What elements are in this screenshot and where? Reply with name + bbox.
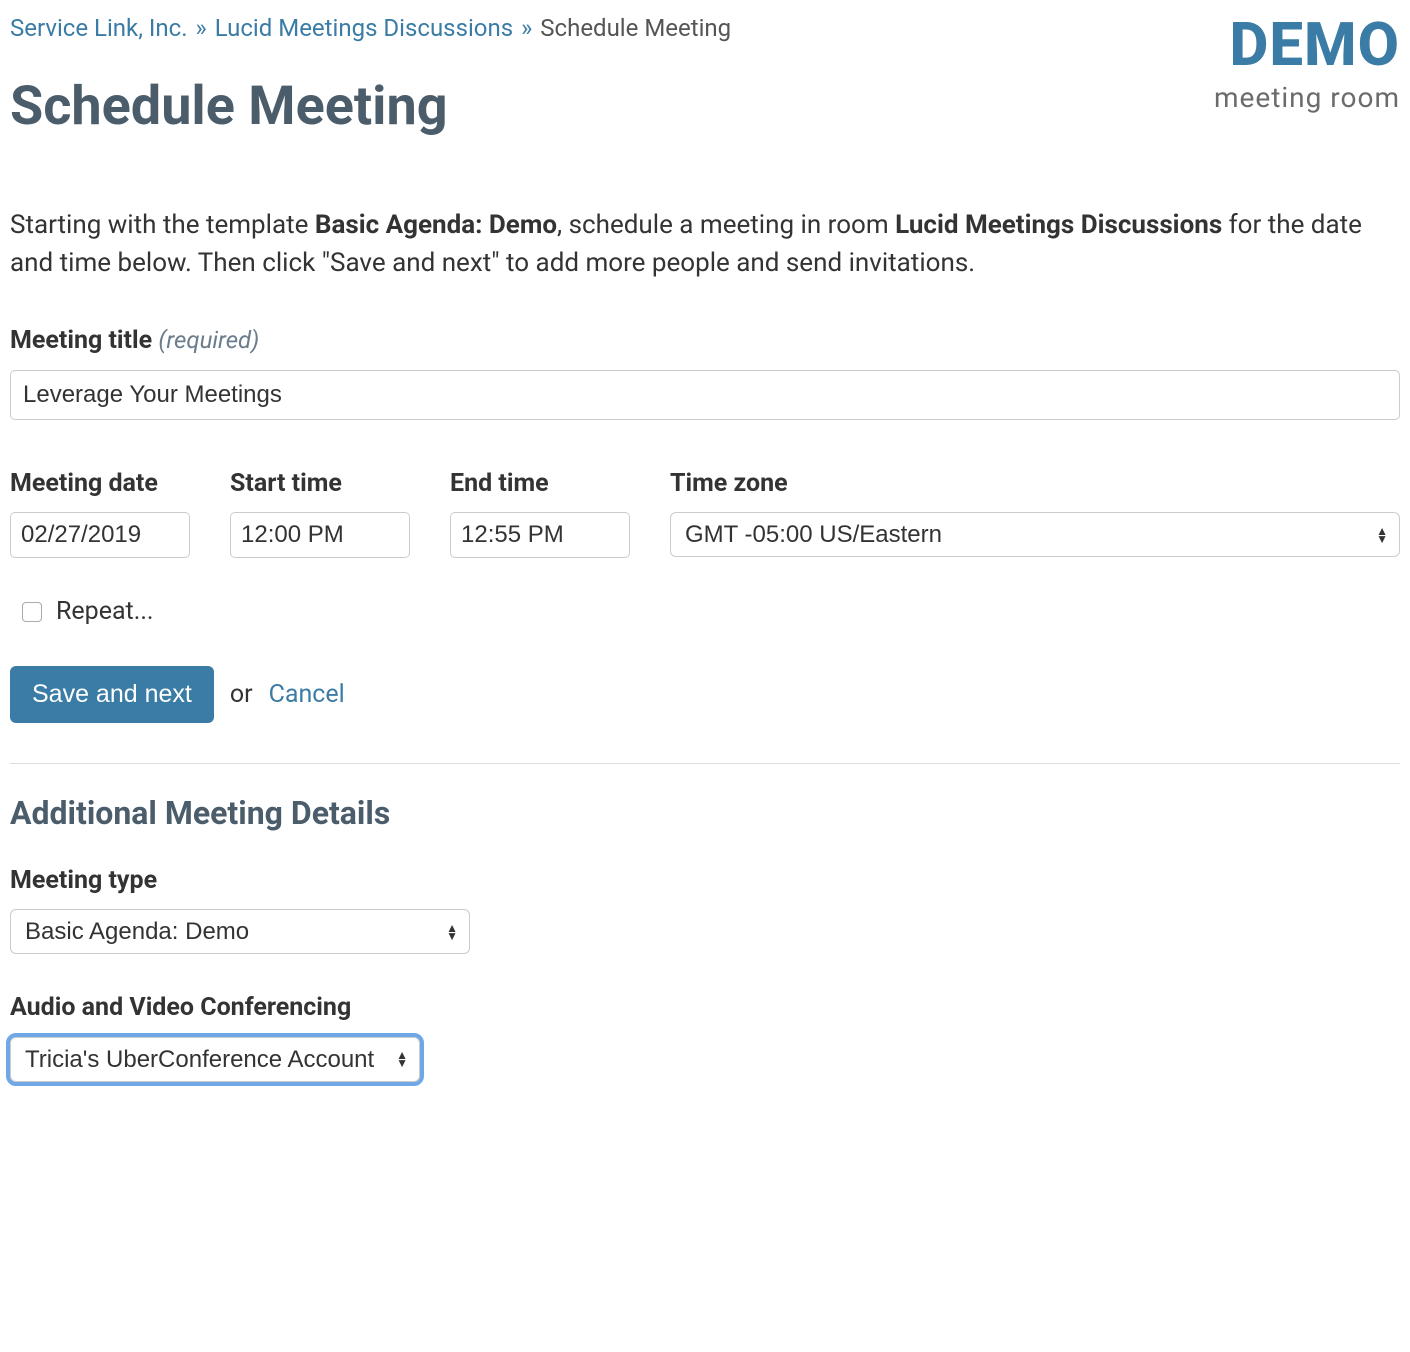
demo-logo: DEMO meeting room (1214, 15, 1400, 119)
breadcrumb-sep-icon: » (196, 14, 207, 42)
page-title: Schedule Meeting (10, 66, 731, 147)
meeting-type-label: Meeting type (10, 862, 1400, 900)
required-hint: (required) (158, 326, 259, 354)
breadcrumb-current: Schedule Meeting (540, 14, 731, 42)
end-time-label: End time (450, 465, 630, 503)
breadcrumb-sep-icon: » (521, 14, 532, 42)
meeting-title-input[interactable] (10, 370, 1400, 420)
meeting-date-input[interactable] (10, 512, 190, 558)
breadcrumb-link-room[interactable]: Lucid Meetings Discussions (215, 14, 513, 42)
start-time-input[interactable] (230, 512, 410, 558)
meeting-date-label: Meeting date (10, 465, 190, 503)
or-text: or (230, 676, 253, 714)
breadcrumb: Service Link, Inc. » Lucid Meetings Disc… (10, 10, 731, 46)
intro-text: Starting with the template Basic Agenda:… (10, 207, 1400, 282)
meeting-title-label: Meeting title (required) (10, 322, 1400, 360)
breadcrumb-link-org[interactable]: Service Link, Inc. (10, 14, 188, 42)
logo-main: DEMO (1214, 15, 1400, 75)
timezone-select[interactable]: GMT -05:00 US/Eastern (670, 512, 1400, 557)
timezone-label: Time zone (670, 465, 1400, 503)
repeat-checkbox[interactable] (22, 602, 42, 622)
start-time-label: Start time (230, 465, 410, 503)
meeting-type-select[interactable]: Basic Agenda: Demo (10, 909, 470, 954)
additional-details-heading: Additional Meeting Details (10, 789, 1400, 837)
logo-sub: meeting room (1214, 77, 1400, 119)
cancel-link[interactable]: Cancel (269, 676, 345, 714)
save-and-next-button[interactable]: Save and next (10, 666, 214, 723)
divider (10, 763, 1400, 764)
repeat-label[interactable]: Repeat... (56, 593, 154, 631)
end-time-input[interactable] (450, 512, 630, 558)
av-conferencing-select[interactable]: Tricia's UberConference Account (10, 1037, 420, 1082)
av-conferencing-label: Audio and Video Conferencing (10, 989, 1400, 1027)
